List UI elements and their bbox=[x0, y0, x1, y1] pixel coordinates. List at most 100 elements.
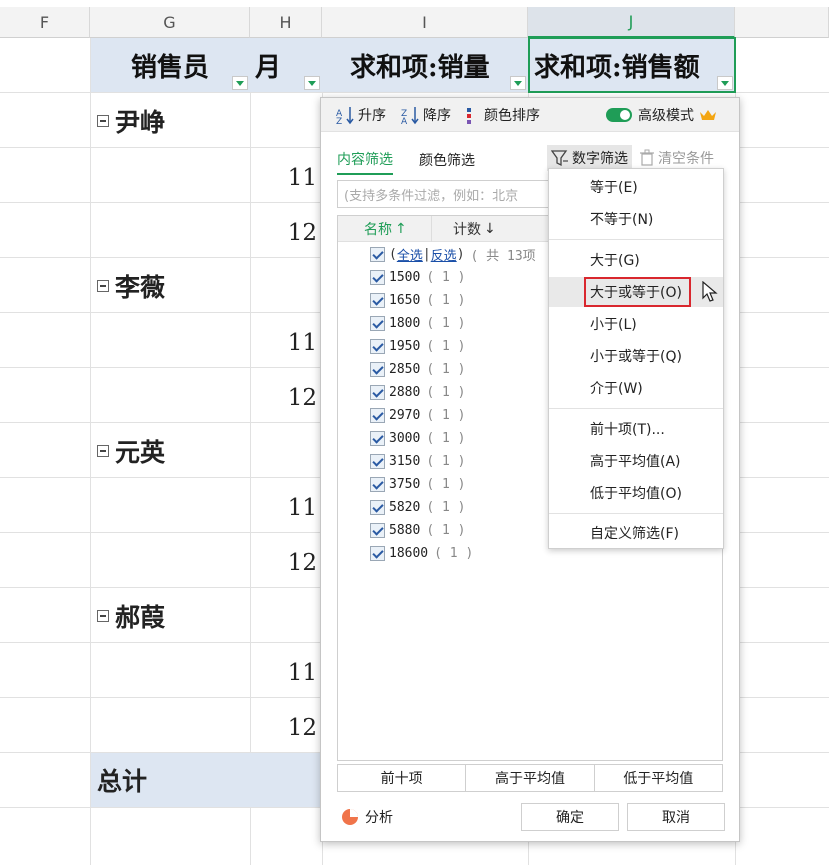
ok-button[interactable]: 确定 bbox=[521, 803, 619, 831]
column-header-f[interactable]: F bbox=[0, 7, 90, 38]
list-item[interactable]: 1650 ( 1 ) bbox=[370, 289, 465, 312]
menu-item-less-than[interactable]: 小于(L) bbox=[549, 309, 723, 339]
month-cell[interactable]: 11 bbox=[250, 316, 320, 370]
month-cell[interactable]: 11 bbox=[250, 646, 320, 700]
list-item[interactable]: 2970 ( 1 ) bbox=[370, 404, 465, 427]
collapse-icon[interactable] bbox=[97, 115, 109, 127]
list-item[interactable]: 1800 ( 1 ) bbox=[370, 312, 465, 335]
arrow-up-icon: ↑ bbox=[395, 221, 407, 237]
tab-color-filter[interactable]: 颜色筛选 bbox=[419, 146, 475, 174]
select-all-row[interactable]: ( 全选 | 反选 ) ( 共 13项 bbox=[370, 243, 536, 266]
analyze-label: 分析 bbox=[365, 810, 393, 826]
item-count: ( 1 ) bbox=[426, 408, 466, 423]
month-cell[interactable]: 12 bbox=[250, 371, 320, 425]
menu-item-greater-or-equal[interactable]: 大于或等于(O) bbox=[549, 277, 723, 307]
sort-ascending-button[interactable]: A Z 升序 bbox=[335, 105, 386, 125]
color-sort-button[interactable]: 颜色排序 bbox=[465, 105, 540, 125]
month-cell[interactable]: 12 bbox=[250, 536, 320, 590]
column-header-j[interactable]: J bbox=[528, 7, 735, 38]
above-average-button[interactable]: 高于平均值 bbox=[466, 765, 595, 791]
select-all-link[interactable]: 全选 bbox=[397, 245, 423, 264]
invert-selection-link[interactable]: 反选 bbox=[431, 245, 457, 264]
menu-item-between[interactable]: 介于(W) bbox=[549, 373, 723, 403]
filter-dropdown-arrow[interactable] bbox=[304, 76, 320, 90]
checkbox[interactable] bbox=[370, 408, 385, 423]
group-row[interactable]: 郝葭 bbox=[90, 589, 320, 643]
column-header-g[interactable]: G bbox=[90, 7, 250, 38]
item-count: ( 1 ) bbox=[426, 362, 466, 377]
checkbox[interactable] bbox=[370, 247, 385, 262]
checkbox[interactable] bbox=[370, 523, 385, 538]
number-filter-label: 数字筛选 bbox=[572, 151, 628, 167]
checkbox[interactable] bbox=[370, 339, 385, 354]
advanced-mode-toggle[interactable]: 高级模式 bbox=[606, 105, 717, 125]
menu-item-not-equals[interactable]: 不等于(N) bbox=[549, 204, 723, 234]
grand-total-label[interactable]: 总计 bbox=[91, 753, 320, 807]
list-item[interactable]: 2880 ( 1 ) bbox=[370, 381, 465, 404]
column-header-i[interactable]: I bbox=[322, 7, 528, 38]
menu-item-less-or-equal[interactable]: 小于或等于(Q) bbox=[549, 341, 723, 371]
menu-separator bbox=[549, 513, 723, 514]
pivot-header-salesperson[interactable]: 销售员 bbox=[91, 38, 250, 92]
group-row[interactable]: 元英 bbox=[90, 424, 320, 478]
pivot-header-label: 销售员 bbox=[131, 52, 210, 83]
item-value: 2970 bbox=[389, 408, 421, 423]
menu-item-greater-than[interactable]: 大于(G) bbox=[549, 245, 723, 275]
funnel-icon bbox=[551, 150, 568, 167]
checkbox[interactable] bbox=[370, 431, 385, 446]
checkbox[interactable] bbox=[370, 385, 385, 400]
checkbox[interactable] bbox=[370, 270, 385, 285]
sort-by-name-header[interactable]: 名称 ↑ bbox=[338, 216, 432, 242]
menu-item-top10[interactable]: 前十项(T)... bbox=[549, 414, 723, 444]
list-item[interactable]: 1950 ( 1 ) bbox=[370, 335, 465, 358]
menu-item-custom-filter[interactable]: 自定义筛选(F) bbox=[549, 518, 723, 548]
list-item[interactable]: 5880 ( 1 ) bbox=[370, 519, 465, 542]
list-item[interactable]: 18600 ( 1 ) bbox=[370, 542, 473, 565]
checkbox[interactable] bbox=[370, 477, 385, 492]
mouse-cursor-icon bbox=[702, 281, 718, 302]
checkbox[interactable] bbox=[370, 293, 385, 308]
column-header-h[interactable]: H bbox=[250, 7, 322, 38]
list-item[interactable]: 2850 ( 1 ) bbox=[370, 358, 465, 381]
list-item[interactable]: 3150 ( 1 ) bbox=[370, 450, 465, 473]
sort-toolbar: A Z 升序 Z A 降序 颜色排序 高级模式 bbox=[321, 98, 739, 132]
checkbox[interactable] bbox=[370, 500, 385, 515]
collapse-icon[interactable] bbox=[97, 610, 109, 622]
list-item[interactable]: 5820 ( 1 ) bbox=[370, 496, 465, 519]
sort-descending-button[interactable]: Z A 降序 bbox=[400, 105, 451, 125]
list-item[interactable]: 3000 ( 1 ) bbox=[370, 427, 465, 450]
analyze-button[interactable]: 分析 bbox=[341, 807, 393, 827]
filter-dropdown-arrow[interactable] bbox=[510, 76, 526, 90]
item-value: 18600 bbox=[389, 546, 429, 561]
tab-content-filter[interactable]: 内容筛选 bbox=[337, 145, 393, 175]
group-name: 郝葭 bbox=[115, 603, 166, 632]
list-item[interactable]: 1500 ( 1 ) bbox=[370, 266, 465, 289]
filter-dropdown-arrow[interactable] bbox=[232, 76, 248, 90]
top10-button[interactable]: 前十项 bbox=[338, 765, 467, 791]
collapse-icon[interactable] bbox=[97, 445, 109, 457]
below-average-button[interactable]: 低于平均值 bbox=[595, 765, 722, 791]
checkbox[interactable] bbox=[370, 546, 385, 561]
month-cell[interactable]: 11 bbox=[250, 151, 320, 205]
collapse-icon[interactable] bbox=[97, 280, 109, 292]
group-row[interactable]: 李薇 bbox=[90, 259, 320, 313]
column-header-blank[interactable] bbox=[735, 7, 829, 38]
pivot-header-month[interactable]: 月 bbox=[250, 38, 322, 92]
toggle-switch-icon[interactable] bbox=[606, 107, 632, 122]
checkbox[interactable] bbox=[370, 454, 385, 469]
group-row[interactable]: 尹峥 bbox=[90, 94, 320, 148]
month-cell[interactable]: 11 bbox=[250, 481, 320, 535]
trash-icon bbox=[640, 149, 654, 166]
cancel-button[interactable]: 取消 bbox=[627, 803, 725, 831]
pivot-header-sales-qty[interactable]: 求和项:销量 bbox=[322, 38, 528, 92]
menu-item-above-average[interactable]: 高于平均值(A) bbox=[549, 446, 723, 476]
list-item[interactable]: 3750 ( 1 ) bbox=[370, 473, 465, 496]
sort-by-count-header[interactable]: 计数 ↓ bbox=[433, 216, 533, 242]
month-cell[interactable]: 12 bbox=[250, 701, 320, 755]
menu-item-below-average[interactable]: 低于平均值(O) bbox=[549, 478, 723, 508]
month-cell[interactable]: 12 bbox=[250, 206, 320, 260]
menu-item-equals[interactable]: 等于(E) bbox=[549, 172, 723, 202]
checkbox[interactable] bbox=[370, 316, 385, 331]
checkbox[interactable] bbox=[370, 362, 385, 377]
pie-chart-icon bbox=[342, 809, 358, 825]
